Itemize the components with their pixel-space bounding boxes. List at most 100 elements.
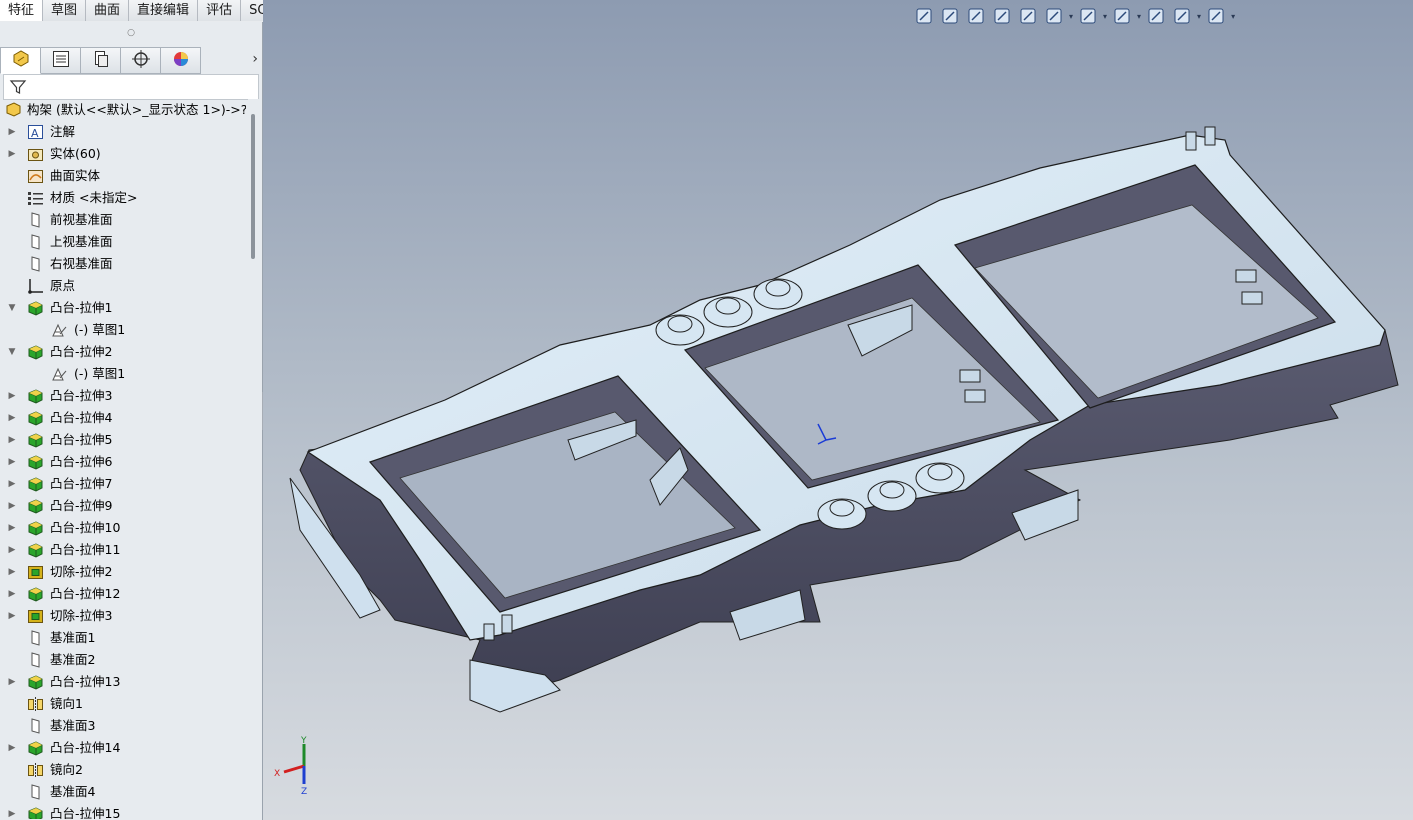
cut-extrude-icon xyxy=(27,608,44,624)
tree-item[interactable]: ▶ 凸台-拉伸6 xyxy=(0,451,246,473)
annotations-icon: A xyxy=(27,124,44,140)
plane-icon xyxy=(27,630,44,646)
tree-item-label: 基准面2 xyxy=(50,652,96,667)
feature-filter-bar[interactable] xyxy=(3,74,259,100)
tree-item[interactable]: 右视基准面 xyxy=(0,253,246,275)
panel-tab-dimxpert-manager[interactable] xyxy=(121,47,161,74)
mirror-icon xyxy=(27,762,44,778)
tree-expander-icon[interactable]: ▶ xyxy=(7,451,17,473)
tree-item[interactable]: ▶ 切除-拉伸3 xyxy=(0,605,246,627)
tree-expander-icon[interactable]: ▼ xyxy=(7,341,17,363)
panel-tab-property-manager[interactable] xyxy=(41,47,81,74)
tree-item[interactable]: (-) 草图1 xyxy=(0,319,246,341)
tree-item-label: 构架 (默认<<默认>_显示状态 1>)->? xyxy=(27,102,246,117)
tree-expander-icon[interactable]: ▶ xyxy=(7,429,17,451)
tree-item[interactable]: 基准面2 xyxy=(0,649,246,671)
tree-item[interactable]: 镜向1 xyxy=(0,693,246,715)
command-tab[interactable]: 评估 xyxy=(198,0,242,21)
sketch-icon xyxy=(51,322,68,338)
tree-item-label: 镜向1 xyxy=(50,696,83,711)
tree-expander-icon[interactable]: ▼ xyxy=(7,297,17,319)
mirror-icon xyxy=(27,696,44,712)
tree-item-label: (-) 草图1 xyxy=(74,366,126,381)
panel-tab-feature-manager[interactable] xyxy=(0,47,41,74)
tree-item[interactable]: 基准面4 xyxy=(0,781,246,803)
tree-item[interactable]: ▶ 凸台-拉伸7 xyxy=(0,473,246,495)
panel-tabs-more-button[interactable]: › xyxy=(252,51,258,67)
feature-manager-panel: ○ › 构架 (默认<<默认>_显示状态 1>)->? ▶ A 注解 ▶ 实体(60) 曲面… xyxy=(0,22,263,820)
tree-item[interactable]: 材质 <未指定> xyxy=(0,187,246,209)
graphics-viewport[interactable]: ▾ ▾ ▾ ▾ ▾ Y X Z xyxy=(263,0,1413,820)
tree-item[interactable]: 基准面1 xyxy=(0,627,246,649)
reference-triad: Y X Z xyxy=(274,736,307,796)
tree-expander-icon[interactable]: ▶ xyxy=(7,385,17,407)
tree-item-label: 材质 <未指定> xyxy=(50,190,138,205)
boss-extrude-icon xyxy=(27,300,44,316)
tree-item[interactable]: ▶ 实体(60) xyxy=(0,143,246,165)
tree-expander-icon[interactable]: ▶ xyxy=(7,121,17,143)
tree-item-label: 切除-拉伸2 xyxy=(50,564,113,579)
tree-item[interactable]: ▶ 凸台-拉伸13 xyxy=(0,671,246,693)
bogie-frame-model[interactable] xyxy=(263,0,1413,820)
tree-scrollbar-thumb[interactable] xyxy=(251,114,255,259)
command-tab[interactable]: 曲面 xyxy=(86,0,130,21)
tree-item[interactable]: ▶ 凸台-拉伸3 xyxy=(0,385,246,407)
tree-item[interactable]: ▶ 凸台-拉伸10 xyxy=(0,517,246,539)
tree-expander-icon[interactable]: ▶ xyxy=(7,473,17,495)
tree-item[interactable]: ▶ 切除-拉伸2 xyxy=(0,561,246,583)
tree-item[interactable]: ▶ 凸台-拉伸11 xyxy=(0,539,246,561)
tree-expander-icon[interactable]: ▶ xyxy=(7,407,17,429)
feature-manager-icon xyxy=(11,49,31,72)
boss-extrude-icon xyxy=(27,344,44,360)
tree-expander-icon[interactable]: ▶ xyxy=(7,143,17,165)
tree-expander-icon[interactable]: ▶ xyxy=(7,517,17,539)
tree-expander-icon[interactable]: ▶ xyxy=(7,605,17,627)
tree-item[interactable]: ▶ 凸台-拉伸14 xyxy=(0,737,246,759)
tree-item[interactable]: ▶ 凸台-拉伸5 xyxy=(0,429,246,451)
tree-item[interactable]: (-) 草图1 xyxy=(0,363,246,385)
tree-item[interactable]: 前视基准面 xyxy=(0,209,246,231)
tree-item-label: 凸台-拉伸9 xyxy=(50,498,113,513)
tree-item[interactable]: 基准面3 xyxy=(0,715,246,737)
tree-expander-icon[interactable]: ▶ xyxy=(7,803,17,819)
panel-tab-display-manager[interactable] xyxy=(161,47,201,74)
tree-item[interactable]: ▼ 凸台-拉伸1 xyxy=(0,297,246,319)
tree-expander-icon[interactable]: ▶ xyxy=(7,539,17,561)
tree-item[interactable]: ▶ 凸台-拉伸4 xyxy=(0,407,246,429)
surface-bodies-icon xyxy=(27,168,44,184)
tree-expander-icon[interactable]: ▶ xyxy=(7,583,17,605)
panel-grip[interactable]: ○ xyxy=(0,22,262,44)
plane-icon xyxy=(27,784,44,800)
command-tab[interactable]: 草图 xyxy=(43,0,87,21)
tree-item[interactable]: 曲面实体 xyxy=(0,165,246,187)
tree-item[interactable]: 镜向2 xyxy=(0,759,246,781)
tree-expander-icon[interactable]: ▶ xyxy=(7,737,17,759)
tree-item-label: 凸台-拉伸7 xyxy=(50,476,113,491)
command-tab[interactable]: 特征 xyxy=(0,0,44,21)
origin-icon xyxy=(27,278,44,294)
command-tab[interactable]: 直接编辑 xyxy=(129,0,199,21)
tree-expander-icon[interactable]: ▶ xyxy=(7,495,17,517)
tree-item[interactable]: 上视基准面 xyxy=(0,231,246,253)
boss-extrude-icon xyxy=(27,674,44,690)
tree-item-label: 原点 xyxy=(50,278,76,293)
solid-bodies-icon xyxy=(27,146,44,162)
boss-extrude-icon xyxy=(27,542,44,558)
filter-icon[interactable] xyxy=(9,78,27,96)
tree-item[interactable]: ▶ 凸台-拉伸15 xyxy=(0,803,246,819)
tree-item[interactable]: 原点 xyxy=(0,275,246,297)
tree-item-label: 凸台-拉伸4 xyxy=(50,410,113,425)
tree-item-label: 基准面1 xyxy=(50,630,96,645)
tree-item[interactable]: ▶ A 注解 xyxy=(0,121,246,143)
tree-item[interactable]: ▶ 凸台-拉伸12 xyxy=(0,583,246,605)
panel-tabs xyxy=(0,47,262,74)
boss-extrude-icon xyxy=(27,586,44,602)
tree-expander-icon[interactable]: ▶ xyxy=(7,671,17,693)
tree-item-label: 上视基准面 xyxy=(50,234,113,249)
tree-item[interactable]: ▼ 凸台-拉伸2 xyxy=(0,341,246,363)
tree-expander-icon[interactable]: ▶ xyxy=(7,561,17,583)
panel-tab-configuration-manager[interactable] xyxy=(81,47,121,74)
tree-root[interactable]: 构架 (默认<<默认>_显示状态 1>)->? xyxy=(0,99,246,121)
tree-item-label: 右视基准面 xyxy=(50,256,113,271)
tree-item[interactable]: ▶ 凸台-拉伸9 xyxy=(0,495,246,517)
